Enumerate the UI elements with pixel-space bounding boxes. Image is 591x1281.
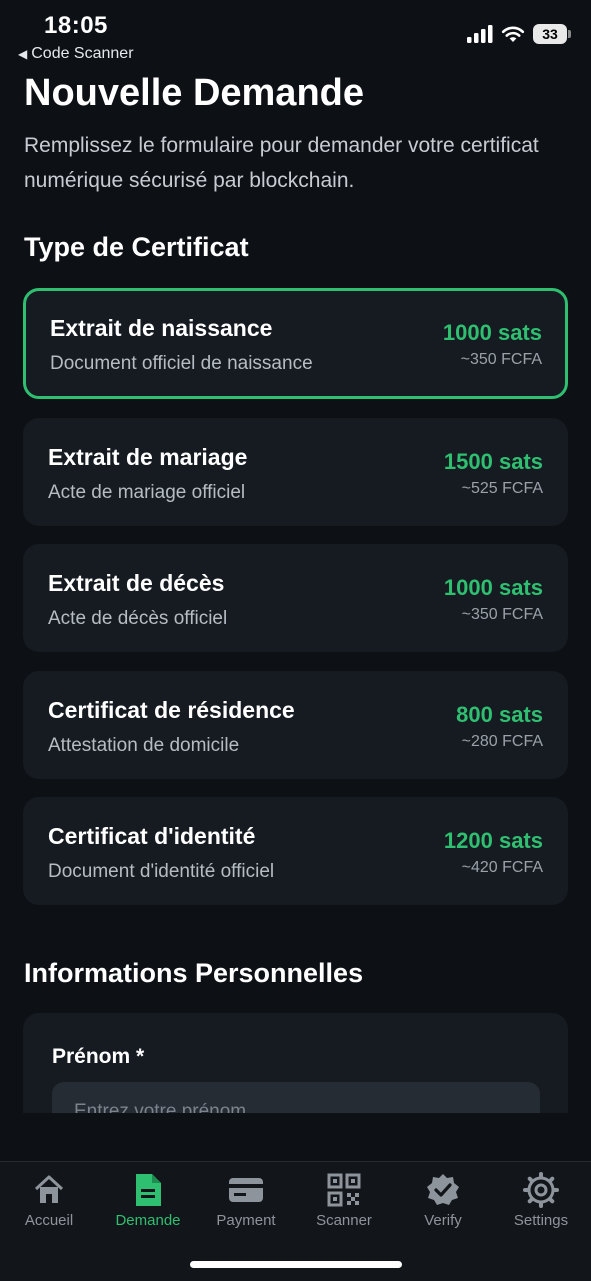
back-arrow-icon: ◀ [18,47,28,61]
certificate-option-deces[interactable]: Extrait de décès Acte de décès officiel … [23,544,568,652]
signal-icon [467,25,493,43]
tab-settings[interactable]: Settings [496,1170,586,1229]
certificate-price: 1000 sats [443,575,543,600]
home-indicator[interactable] [190,1261,402,1268]
personal-info-form: Prénom * [23,1013,568,1113]
tab-label: Payment [216,1212,276,1229]
certificate-subtitle: Attestation de domicile [48,735,240,756]
certificate-option-mariage[interactable]: Extrait de mariage Acte de mariage offic… [23,418,568,526]
certificate-fcfa: ~280 FCFA [461,733,543,750]
tab-label: Settings [513,1212,569,1229]
certificate-subtitle: Document officiel de naissance [50,353,313,374]
status-bar: 18:05 ◀ Code Scanner 33 [0,0,591,70]
tab-scanner[interactable]: Scanner [299,1170,389,1229]
certificate-subtitle: Acte de mariage officiel [48,482,246,503]
tab-accueil[interactable]: Accueil [4,1170,94,1229]
certificate-option-naissance[interactable]: Extrait de naissance Document officiel d… [23,288,568,399]
document-icon [136,1174,161,1206]
home-icon [34,1175,64,1203]
first-name-label: Prénom * [52,1045,145,1068]
certificate-fcfa: ~420 FCFA [461,859,543,876]
tab-label: Accueil [24,1212,74,1229]
card-icon [229,1178,263,1202]
gear-icon [523,1172,559,1208]
certificate-name: Certificat de résidence [48,697,295,723]
page-description: Remplissez le formulaire pour demander v… [24,134,539,192]
wifi-icon [501,26,525,42]
certificate-option-identite[interactable]: Certificat d'identité Document d'identit… [23,797,568,905]
tab-label: Scanner [316,1212,372,1229]
certificate-price: 1500 sats [443,449,543,474]
certificate-price: 800 sats [456,702,543,727]
first-name-input[interactable] [52,1082,540,1113]
status-time: 18:05 [44,12,108,39]
certificate-section-title: Type de Certificat [24,232,249,262]
tab-label: Demande [115,1212,181,1229]
certificate-price: 1000 sats [442,320,542,345]
qr-code-icon [327,1173,361,1207]
tab-payment[interactable]: Payment [201,1170,291,1229]
certificate-fcfa: ~350 FCFA [460,351,542,368]
page-title: Nouvelle Demande [24,72,364,114]
back-to-app-link[interactable]: ◀ Code Scanner [18,45,134,63]
verified-badge-icon [427,1174,459,1205]
certificate-subtitle: Document d'identité officiel [48,861,275,882]
battery-icon: 33 [533,24,571,44]
tab-verify[interactable]: Verify [398,1170,488,1229]
back-link-label: Code Scanner [31,45,134,62]
tab-demande[interactable]: Demande [103,1170,193,1229]
certificate-name: Certificat d'identité [48,823,256,849]
certificate-price: 1200 sats [443,828,543,853]
tab-label: Verify [424,1212,462,1229]
certificate-name: Extrait de naissance [50,315,273,341]
status-icons: 33 [467,24,571,44]
personal-info-section-title: Informations Personnelles [24,958,364,988]
certificate-name: Extrait de mariage [48,444,248,470]
certificate-fcfa: ~350 FCFA [461,606,543,623]
certificate-name: Extrait de décès [48,570,225,596]
certificate-subtitle: Acte de décès officiel [48,608,228,629]
certificate-fcfa: ~525 FCFA [461,480,543,497]
certificate-option-residence[interactable]: Certificat de résidence Attestation de d… [23,671,568,779]
